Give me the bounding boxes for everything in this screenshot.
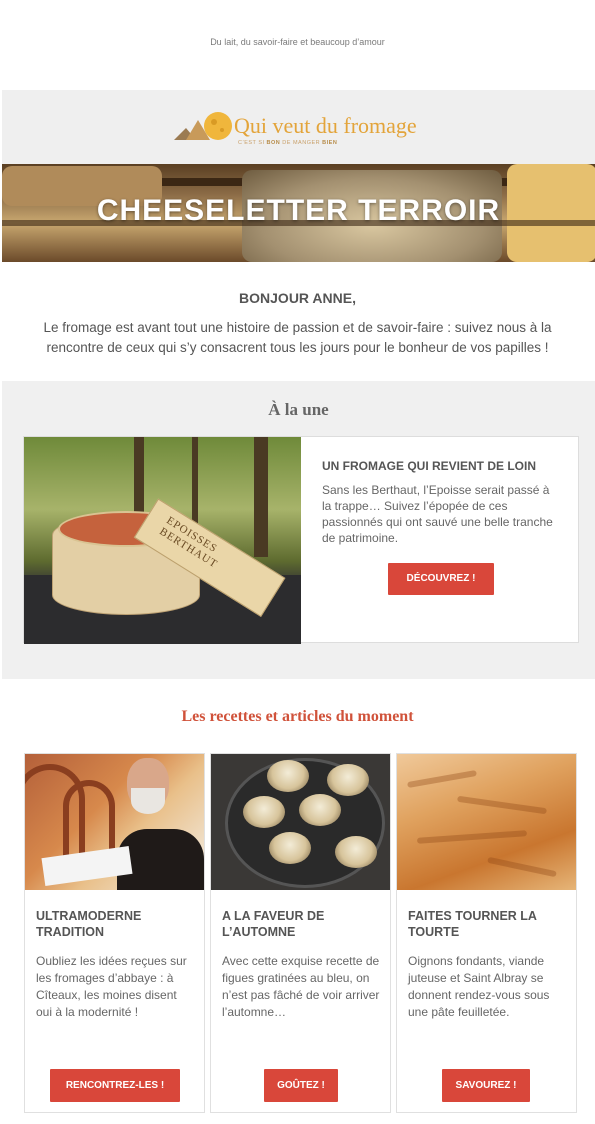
article-card-tourte: FAITES TOURNER LA TOURTE Oignons fondant… — [396, 753, 577, 1113]
article-card-tradition: ULTRAMODERNE TRADITION Oubliez les idées… — [24, 753, 205, 1113]
hero-banner[interactable]: CHEESELETTER TERROIR — [2, 164, 595, 262]
card-heading: ULTRAMODERNE TRADITION — [36, 909, 142, 939]
card-text: Oignons fondants, viande juteuse et Sain… — [408, 954, 550, 1019]
figs-gratin-photo[interactable] — [211, 754, 390, 890]
featured-article-card: EPOISSES BERTHAUT UN FROMAGE QUI REVIENT … — [23, 436, 579, 644]
article-card-automne: A LA FAVEUR DE L’AUTOMNE Avec cette exqu… — [210, 753, 391, 1113]
rencontrez-les-button[interactable]: RENCONTREZ-LES ! — [50, 1069, 180, 1102]
tourte-photo[interactable] — [397, 754, 576, 890]
brand-logo[interactable]: Qui veut du fromage C’EST SI BON DE MANG… — [172, 102, 432, 154]
featured-article-heading: UN FROMAGE QUI REVIENT DE LOIN — [322, 459, 537, 473]
epoisses-box-image[interactable]: EPOISSES BERTHAUT — [24, 437, 301, 644]
logo-tagline: C’EST SI BON DE MANGER BIEN — [238, 140, 338, 146]
decouvrez-button[interactable]: DÉCOUVREZ ! — [388, 563, 494, 595]
logo-wordmark: Qui veut du fromage — [234, 113, 417, 138]
hero-title: CHEESELETTER TERROIR — [96, 194, 501, 227]
savourez-button[interactable]: SAVOUREZ ! — [442, 1069, 530, 1102]
card-heading: A LA FAVEUR DE L’AUTOMNE — [222, 909, 325, 939]
card-heading: FAITES TOURNER LA TOURTE — [408, 909, 537, 939]
monk-photo[interactable] — [25, 754, 204, 890]
featured-article-text: Sans les Berthaut, l’Epoisse serait pass… — [322, 483, 553, 545]
preheader-text: Du lait, du savoir-faire et beaucoup d’a… — [210, 37, 385, 47]
intro-text: Le fromage est avant tout une histoire d… — [43, 320, 552, 355]
goutez-button[interactable]: GOÛTEZ ! — [264, 1069, 338, 1102]
cheese-logo-icon — [174, 112, 232, 140]
featured-section-title: À la une — [268, 400, 329, 419]
greeting-heading: BONJOUR ANNE, — [239, 290, 356, 306]
featured-section: À la une EPOISSES BERTHAUT UN FROMAGE QUI… — [2, 381, 595, 679]
recipes-section-title: Les recettes et articles du moment — [181, 708, 414, 725]
logo-band: Qui veut du fromage C’EST SI BON DE MANG… — [2, 90, 595, 164]
card-text: Avec cette exquise recette de figues gra… — [222, 954, 380, 1019]
card-text: Oubliez les idées reçues sur les fromage… — [36, 954, 187, 1019]
